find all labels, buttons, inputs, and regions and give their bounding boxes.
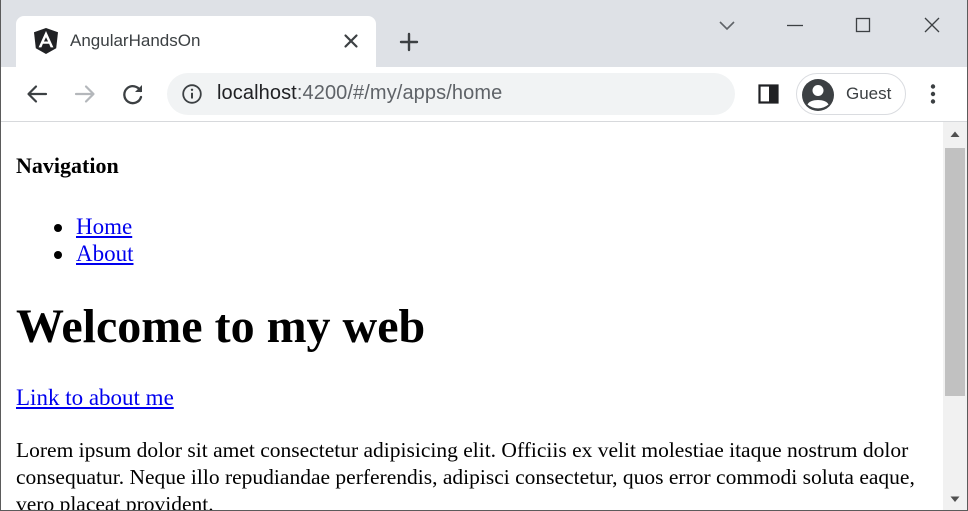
side-panel-icon[interactable] <box>755 80 783 108</box>
scrollbar-thumb[interactable] <box>945 148 965 396</box>
angular-logo-icon <box>34 28 58 54</box>
close-icon[interactable] <box>918 12 946 40</box>
about-me-link[interactable]: Link to about me <box>16 385 174 410</box>
reload-icon[interactable] <box>119 80 147 108</box>
nav-item-home: Home <box>16 213 134 240</box>
arrow-left-icon[interactable] <box>23 80 51 108</box>
tab-search-icon[interactable] <box>713 12 741 40</box>
url-host: localhost <box>217 82 297 104</box>
nav-link-about[interactable]: About <box>76 241 134 266</box>
nav-heading: Navigation <box>16 153 119 178</box>
scroll-up-arrow-icon[interactable] <box>943 122 967 146</box>
about-link-wrapper: Link to about me <box>16 383 174 413</box>
tab-angularhandson[interactable]: AngularHandsOn <box>16 16 376 67</box>
maximize-icon[interactable] <box>849 12 877 40</box>
arrow-right-icon[interactable] <box>71 80 99 108</box>
url-text[interactable]: localhost:4200/#/my/apps/home <box>217 82 502 105</box>
tab-title: AngularHandsOn <box>70 31 201 50</box>
kebab-menu-icon[interactable] <box>919 80 947 108</box>
tab-strip: AngularHandsOn <box>1 0 967 67</box>
profile-label: Guest <box>846 84 892 103</box>
browser-window: AngularHandsOn localhost:4200/#/my/apps/… <box>0 0 968 511</box>
nav-list: Home About <box>16 213 134 267</box>
profile-button[interactable]: Guest <box>796 73 906 115</box>
address-bar[interactable]: localhost:4200/#/my/apps/home <box>167 73 735 115</box>
scroll-down-arrow-icon[interactable] <box>943 487 967 510</box>
nav-link-home[interactable]: Home <box>76 214 132 239</box>
avatar-icon <box>801 78 835 112</box>
nav-item-about: About <box>16 240 134 267</box>
close-icon[interactable] <box>339 29 363 53</box>
info-icon[interactable] <box>181 83 203 105</box>
vertical-scrollbar[interactable] <box>943 122 967 510</box>
page-title: Welcome to my web <box>16 300 426 353</box>
plus-icon[interactable] <box>397 30 421 54</box>
browser-toolbar: localhost:4200/#/my/apps/home Guest <box>1 67 967 122</box>
lorem-paragraph: Lorem ipsum dolor sit amet consectetur a… <box>16 438 915 511</box>
minimize-icon[interactable] <box>781 12 809 40</box>
page-viewport: Navigation Home About Welcome to my web … <box>1 122 967 511</box>
url-path: :4200/#/my/apps/home <box>296 82 503 104</box>
